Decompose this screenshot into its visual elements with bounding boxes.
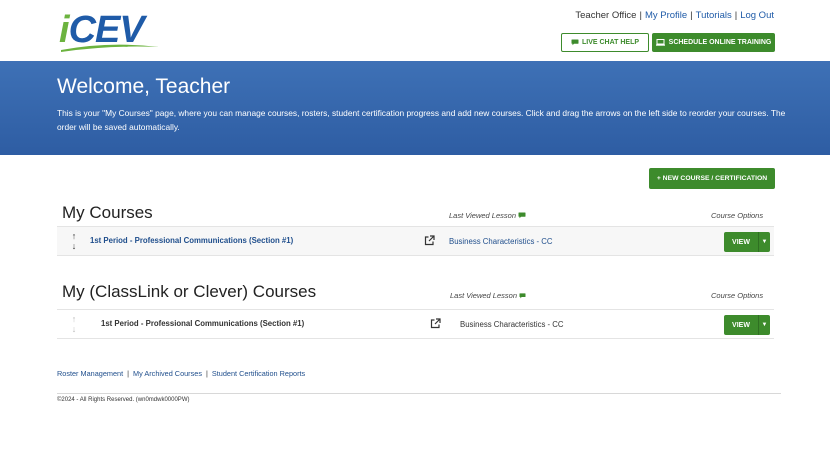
top-link-teacher-office[interactable]: Teacher Office [575, 10, 636, 21]
chat-bubble-icon [571, 39, 579, 46]
new-course-button[interactable]: + NEW COURSE / CERTIFICATION [649, 168, 775, 189]
external-link-icon[interactable] [430, 318, 441, 329]
new-course-label: + NEW COURSE / CERTIFICATION [656, 175, 768, 182]
monitor-icon [655, 39, 665, 46]
sort-arrows-icon: ↑ ↓ [71, 314, 77, 334]
top-link-log-out[interactable]: Log Out [740, 10, 774, 21]
footer-divider [57, 393, 781, 394]
external-link-icon[interactable] [424, 235, 435, 246]
chevron-down-icon[interactable]: ▼ [758, 315, 770, 335]
top-links: Teacher Office | My Profile | Tutorials | Log … [575, 10, 774, 21]
sort-arrows-icon[interactable]: ↑ ↓ [69, 231, 79, 251]
footer-link-archived-courses[interactable]: My Archived Courses [133, 369, 202, 378]
last-viewed-lesson-link[interactable]: Business Characteristics - CC [449, 237, 553, 246]
chat-bubble-icon [519, 292, 526, 298]
view-button[interactable]: VIEW ▼ [724, 315, 770, 335]
live-chat-label: LIVE CHAT HELP [581, 39, 640, 46]
footer-links: Roster Management | My Archived Courses | St… [57, 369, 306, 378]
course-name[interactable]: 1st Period - Professional Communications… [101, 319, 304, 328]
course-name-link[interactable]: 1st Period - Professional Communications… [90, 236, 293, 245]
chat-bubble-icon [518, 212, 526, 219]
site-header: iCEV Teacher Office | My Profile | Tutorials… [0, 0, 830, 61]
my-courses-title: My Courses [62, 203, 153, 222]
course-row: ↑ ↓ 1st Period - Professional Communicati… [57, 309, 774, 339]
course-options-header-classlink: Course Options [711, 291, 764, 300]
view-label: VIEW [732, 238, 750, 246]
schedule-training-button[interactable]: SCHEDULE ONLINE TRAINING [652, 33, 775, 52]
icev-logo[interactable]: iCEV [59, 10, 161, 52]
last-viewed-header: Last Viewed Lesson [449, 211, 526, 220]
classlink-courses-title: My (ClassLink or Clever) Courses [62, 282, 317, 301]
copyright-text: ©2024 - All Rights Reserved. (wn0mdwk000… [57, 397, 190, 403]
course-row: ↑ ↓ 1st Period - Professional Communicati… [57, 226, 774, 256]
welcome-description: This is your "My Courses" page, where yo… [57, 108, 786, 132]
top-link-my-profile[interactable]: My Profile [645, 10, 687, 21]
welcome-title: Welcome, Teacher [57, 75, 231, 98]
last-viewed-lesson[interactable]: Business Characteristics - CC [460, 320, 564, 329]
footer-link-roster-management[interactable]: Roster Management [57, 369, 123, 378]
schedule-training-label: SCHEDULE ONLINE TRAINING [668, 39, 772, 46]
footer-link-certification-reports[interactable]: Student Certification Reports [212, 369, 305, 378]
welcome-banner: Welcome, Teacher This is your "My Course… [0, 61, 830, 155]
live-chat-button[interactable]: LIVE CHAT HELP [561, 33, 649, 52]
view-button[interactable]: VIEW ▼ [724, 232, 770, 252]
chevron-down-icon[interactable]: ▼ [758, 232, 770, 252]
view-label: VIEW [732, 321, 750, 329]
logo-swoosh-icon [61, 44, 159, 52]
top-link-tutorials[interactable]: Tutorials [696, 10, 732, 21]
last-viewed-header-classlink: Last Viewed Lesson [450, 291, 526, 300]
course-options-header: Course Options [711, 211, 764, 220]
